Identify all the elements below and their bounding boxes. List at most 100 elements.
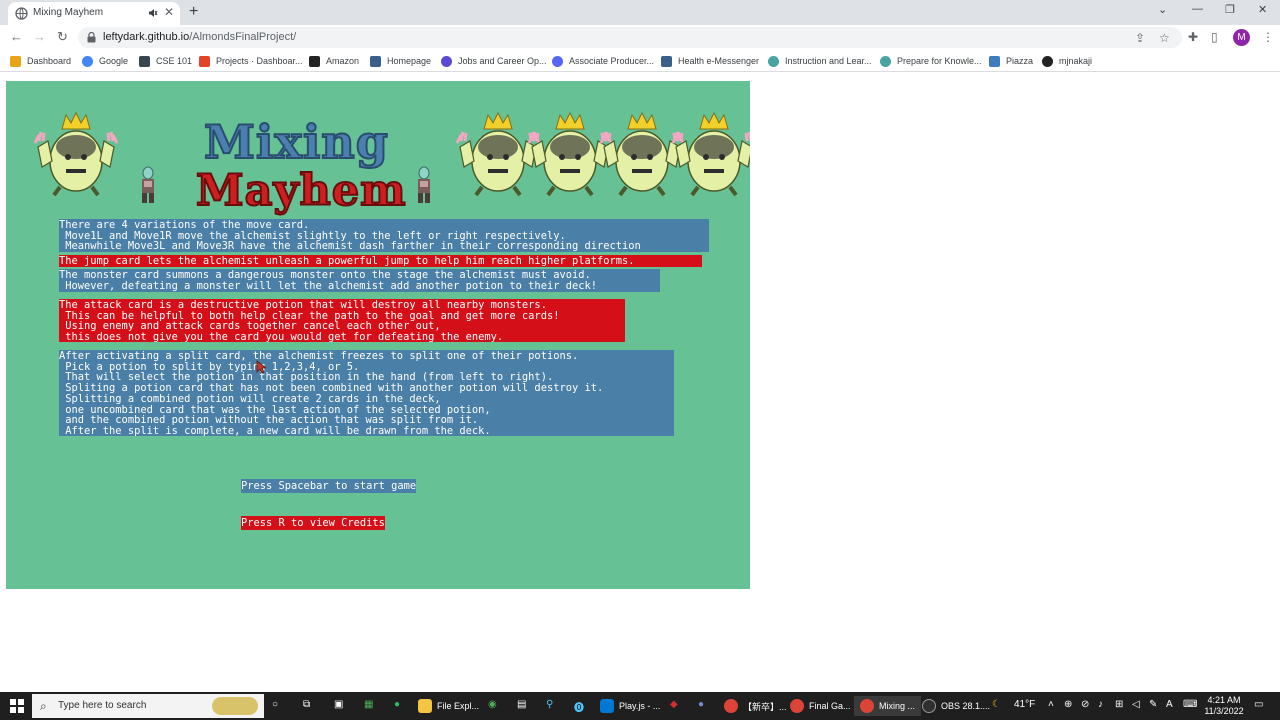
windows-taskbar: ⌕ Type here to search ○ ⧉ ▣ ▦ ● File Exp… [0,692,1280,720]
taskbar-chrome-mixing[interactable]: Mixing ... [854,696,922,716]
bookmark-homepage[interactable]: Homepage [370,54,431,68]
terminal-icon[interactable]: ▣ [334,699,343,710]
gitlab-icon [199,55,210,67]
monster-card-info: The monster card summons a dangerous mon… [59,269,660,292]
game-canvas[interactable]: Mixing Mayhem There are 4 variations of … [6,81,750,589]
bookmark-github[interactable]: mjnakaji [1042,54,1092,68]
bookmark-associate-producer[interactable]: Associate Producer... [552,54,654,68]
amazon-icon [309,55,320,67]
bookmark-dashboard[interactable]: Dashboard [10,54,71,68]
bookmark-google[interactable]: Google [82,54,128,68]
extensions-icon[interactable]: ✚ [1188,30,1198,44]
bookmark-projects[interactable]: Projects · Dashboar... [199,54,303,68]
alchemist-sprite [141,166,155,204]
touch-keyboard-icon[interactable]: ⌨ [1183,699,1197,710]
side-panel-icon[interactable]: ▯ [1211,30,1218,44]
bookmark-amazon[interactable]: Amazon [309,54,359,68]
network-icon[interactable]: ⊞ [1115,699,1123,710]
logo-mayhem: Mayhem [195,165,407,217]
task-view-icon[interactable]: ⧉ [303,699,310,710]
taskbar-search[interactable]: ⌕ Type here to search [32,694,264,718]
volume-icon[interactable]: ◁ [1132,699,1140,710]
bookmarks-bar: Dashboard Google CSE 101 Projects · Dash… [0,50,1280,72]
attack-card-info: The attack card is a destructive potion … [59,299,625,342]
globe-icon [768,55,779,67]
muted-audio-icon[interactable] [148,8,158,18]
logo-mixing: Mixing [203,114,389,170]
tab-strip: Mixing Mayhem ✕ + ⌄ — ❐ ✕ [0,0,1280,25]
reload-icon[interactable]: ↻ [57,29,68,45]
system-clock[interactable]: 4:21 AM 11/3/2022 [1200,695,1248,717]
chrome-icon [860,699,874,713]
discord-icon[interactable]: ● [698,699,704,710]
taskbar-file-explorer[interactable]: File Expl... [418,696,479,716]
profile-avatar[interactable]: M [1233,29,1250,46]
new-tab-button[interactable]: + [189,3,198,21]
weather-icon[interactable]: ☾ [992,699,1001,710]
taskbar-obs[interactable]: OBS 28.1.... [922,696,990,716]
bookmark-instruction[interactable]: Instruction and Lear... [768,54,872,68]
maximize-icon[interactable]: ❐ [1225,3,1235,16]
tray-overflow-icon[interactable]: ˄ [1048,699,1054,710]
browser-toolbar: ← → ↻ leftydark.github.io/AlmondsFinalPr… [0,25,1280,50]
chrome-icon [790,699,804,713]
store-icon[interactable]: ▦ [364,699,373,710]
canvas-icon [10,55,21,67]
close-window-icon[interactable]: ✕ [1258,3,1267,16]
tray-app-icon[interactable]: ⊕ [1064,699,1072,710]
cse-icon [139,55,150,67]
windows-start-icon[interactable] [10,699,24,713]
cortana-icon[interactable]: ○ [272,699,278,710]
bookmark-star-icon[interactable]: ☆ [1159,31,1170,45]
bookmark-piazza[interactable]: Piazza [989,54,1033,68]
taskbar-chrome-job[interactable]: 【新卒】... [724,696,787,716]
search-placeholder: Type here to search [58,700,147,711]
chrome-icon[interactable]: ◉ [488,699,497,710]
taskbar-chrome-final-game[interactable]: Final Ga... [790,696,851,716]
jump-card-info: The jump card lets the alchemist unleash… [59,255,702,267]
view-credits-prompt: Press R to view Credits [241,516,385,530]
forward-icon[interactable]: → [33,29,46,44]
line-icon[interactable]: ● [394,699,400,710]
tray-app-icon[interactable]: ⊘ [1081,699,1089,710]
tab-close-icon[interactable]: ✕ [164,5,174,19]
share-icon[interactable]: ⇪ [1135,31,1145,45]
chrome-icon [724,699,738,713]
app-icon[interactable]: ⚲ [546,699,553,710]
taskbar-vscode[interactable]: Play.js - ... [600,696,660,716]
split-card-info: After activating a split card, the alche… [59,350,674,436]
piazza-icon [989,55,1000,67]
minimize-icon[interactable]: — [1192,3,1203,15]
address-bar[interactable]: leftydark.github.io/AlmondsFinalProject/… [78,27,1182,48]
monster-sprite [599,111,685,197]
monster-sprite [33,111,119,197]
bookmark-cse-101[interactable]: CSE 101 [139,54,192,68]
tab-search-icon[interactable]: ⌄ [1158,3,1167,16]
health-icon [661,55,672,67]
weather-temperature[interactable]: 41°F [1014,699,1035,710]
search-highlight-image [212,697,258,715]
google-icon [82,55,93,67]
app-icon[interactable]: ⓿ [574,699,584,714]
microphone-icon[interactable]: ♪ [1098,699,1103,710]
calculator-icon[interactable]: ▤ [517,699,526,710]
clock-date: 11/3/2022 [1204,706,1244,716]
homepage-icon [370,55,381,67]
monster-sprite [527,111,613,197]
globe-icon [880,55,891,67]
bookmark-prepare[interactable]: Prepare for Knowle... [880,54,982,68]
notifications-icon[interactable]: ▭ [1254,699,1263,710]
menu-icon[interactable]: ⋮ [1262,30,1274,44]
monster-sprite [671,111,750,197]
lock-icon [87,32,96,43]
ime-icon[interactable]: A [1166,699,1173,710]
move-card-info: There are 4 variations of the move card.… [59,219,709,252]
tab-mixing-mayhem[interactable]: Mixing Mayhem ✕ [8,2,180,25]
bookmark-health[interactable]: Health e-Messenger [661,54,759,68]
mcafee-icon[interactable]: ◆ [670,699,678,710]
globe-icon [15,7,28,20]
start-game-prompt: Press Spacebar to start game [241,479,417,493]
pen-icon[interactable]: ✎ [1149,699,1157,710]
bookmark-jobs[interactable]: Jobs and Career Op... [441,54,547,68]
back-icon[interactable]: ← [10,29,23,44]
